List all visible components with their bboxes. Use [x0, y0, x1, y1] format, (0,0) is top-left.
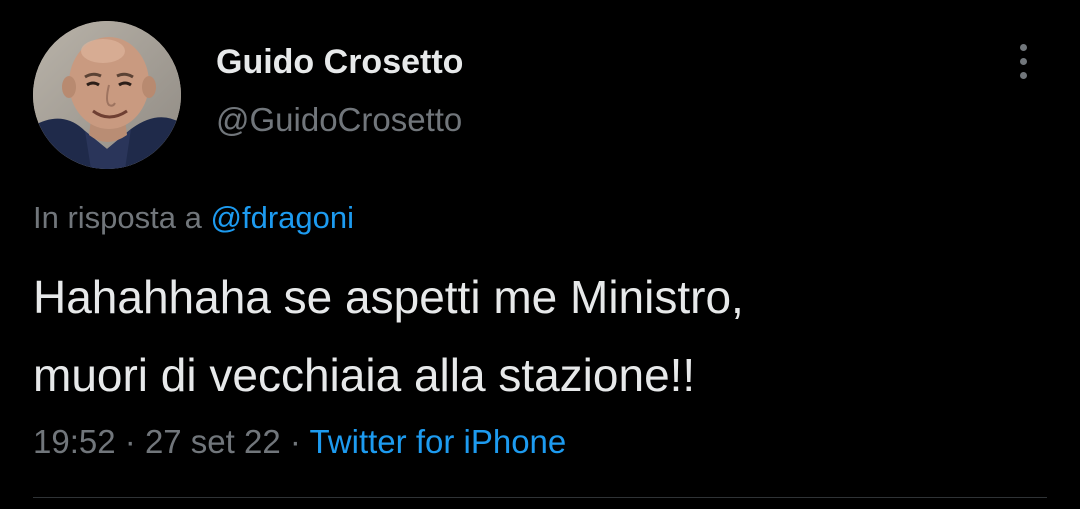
tweet-text-line: Hahahhaha se aspetti me Ministro,	[33, 271, 744, 323]
divider	[33, 497, 1047, 498]
tweet-text: Hahahhaha se aspetti me Ministro, muori …	[33, 258, 1053, 414]
reply-context: In risposta a @fdragoni	[33, 198, 354, 238]
avatar[interactable]	[33, 21, 181, 169]
meta-separator: ·	[124, 423, 136, 460]
tweet-source-link[interactable]: Twitter for iPhone	[309, 423, 566, 460]
avatar-photo	[33, 21, 181, 169]
reply-prefix: In risposta a	[33, 200, 202, 235]
tweet-date[interactable]: 27 set 22	[145, 423, 281, 460]
author-display-name[interactable]: Guido Crosetto	[216, 42, 463, 82]
tweet-text-line: muori di vecchiaia alla stazione!!	[33, 349, 696, 401]
more-vertical-icon[interactable]	[1008, 40, 1038, 84]
tweet-time[interactable]: 19:52	[33, 423, 116, 460]
reply-mention-link[interactable]: @fdragoni	[211, 200, 355, 235]
author-handle[interactable]: @GuidoCrosetto	[216, 100, 462, 140]
meta-separator: ·	[289, 423, 301, 460]
tweet-meta: 19:52 · 27 set 22 · Twitter for iPhone	[33, 420, 566, 464]
